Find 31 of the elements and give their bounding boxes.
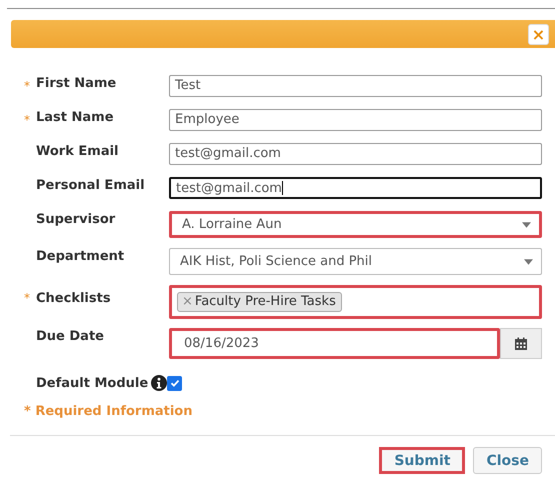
info-icon[interactable] (151, 375, 168, 391)
checkbox[interactable] (167, 376, 182, 390)
required-mark: * (24, 78, 31, 93)
field-label: Checklists (36, 290, 112, 306)
tag-chip[interactable]: ×Faculty Pre-Hire Tasks (177, 292, 342, 312)
required-note: * Required Information (24, 404, 194, 419)
field-label: Due Date (36, 328, 105, 344)
caret-icon (522, 222, 531, 228)
input-field[interactable]: test@gmail.com (169, 177, 542, 199)
date-field[interactable]: 08/16/2023 (169, 328, 500, 359)
input-field[interactable]: Test (169, 75, 542, 97)
dropdown[interactable]: AIK Hist, Poli Science and Phil (169, 248, 542, 275)
caret-icon (524, 258, 533, 264)
field-label: Personal Email (36, 177, 146, 193)
input-field[interactable]: test@gmail.com (169, 143, 542, 165)
field-label: Work Email (36, 143, 120, 159)
close-button[interactable]: Close (473, 447, 542, 474)
field-label: Default Module (36, 375, 148, 391)
required-mark: * (24, 112, 31, 127)
field-label: Last Name (36, 109, 115, 125)
field-label: Department (36, 248, 126, 264)
dropdown[interactable]: A. Lorraine Aun (169, 211, 542, 238)
tag-field[interactable]: ×Faculty Pre-Hire Tasks (169, 285, 542, 319)
calendar-button[interactable] (500, 328, 542, 359)
input-field[interactable]: Employee (169, 109, 542, 131)
submit-button[interactable]: Submit (379, 447, 466, 474)
required-mark: * (24, 290, 31, 305)
check-icon (168, 377, 181, 389)
field-label: First Name (36, 75, 118, 91)
calendar-icon (514, 336, 528, 350)
field-label: Supervisor (36, 211, 116, 227)
